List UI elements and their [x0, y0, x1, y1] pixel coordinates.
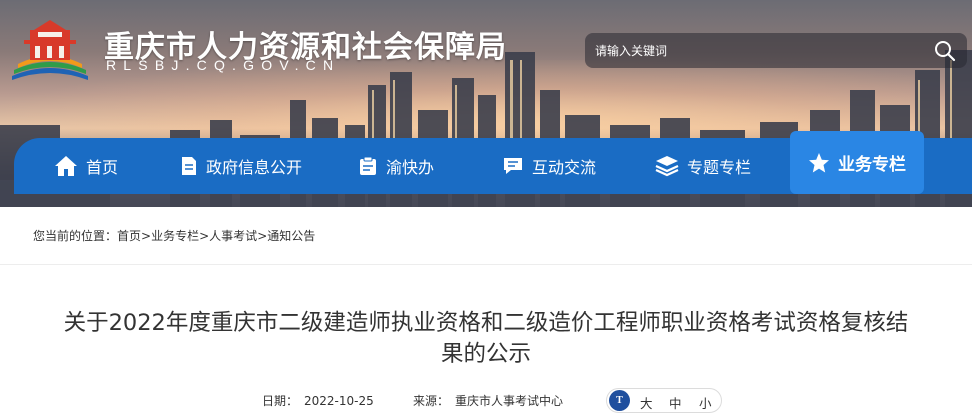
star-icon [809, 152, 829, 172]
nav-item-home[interactable]: 首页 [54, 138, 118, 194]
nav-item-label: 政府信息公开 [206, 158, 303, 177]
nav-item-label: 专题专栏 [687, 158, 752, 177]
breadcrumb-prefix: 您当前的位置： [33, 229, 118, 243]
breadcrumb-bar: 您当前的位置：首页>业务专栏>人事考试>通知公告 [0, 207, 972, 265]
breadcrumb-home[interactable]: 首页 [117, 229, 141, 243]
clipboard-icon [360, 156, 376, 175]
breadcrumb-personnel-exam[interactable]: 人事考试 [209, 229, 257, 243]
home-icon [55, 156, 77, 176]
font-size-icon: T [609, 390, 630, 411]
nav-item-label: 业务专栏 [838, 155, 906, 175]
date-value: 2022-10-25 [304, 394, 374, 408]
breadcrumb-notices[interactable]: 通知公告 [267, 229, 315, 243]
nav-item-interaction[interactable]: 互动交流 [502, 138, 596, 194]
font-size-medium[interactable]: 中 [669, 393, 682, 412]
layers-icon [655, 156, 679, 177]
article-title-line2: 果的公示 [440, 341, 531, 367]
breadcrumb-separator: > [141, 229, 152, 243]
breadcrumb-separator: > [257, 229, 268, 243]
government-building-logo-icon [12, 20, 88, 80]
source-label: 来源： [413, 394, 450, 408]
site-domain: RLSBJ.CQ.GOV.CN [106, 57, 341, 73]
chat-icon [504, 158, 522, 174]
font-size-large[interactable]: 大 [640, 393, 653, 412]
breadcrumb-business[interactable]: 业务专栏 [151, 229, 199, 243]
article-date: 日期： 2022-10-25 [262, 392, 374, 409]
search-box [585, 33, 967, 68]
search-input[interactable] [595, 41, 915, 61]
breadcrumb-separator: > [199, 229, 210, 243]
nav-item-gov-info[interactable]: 政府信息公开 [180, 138, 302, 194]
article-title: 关于2022年度重庆市二级建造师执业资格和二级造价工程师职业资格考试资格复核结 … [30, 308, 942, 370]
nav-item-business[interactable]: 业务专栏 [790, 131, 924, 194]
nav-item-yukuaiban[interactable]: 渝快办 [358, 138, 434, 194]
nav-item-label: 互动交流 [532, 158, 597, 177]
nav-item-topics[interactable]: 专题专栏 [655, 138, 751, 194]
nav-item-label: 首页 [86, 158, 119, 177]
main-nav: 首页 政府信息公开 渝快办 互动交流 专题专栏 业务专栏 [14, 131, 972, 194]
document-icon [182, 157, 196, 175]
nav-item-label: 渝快办 [386, 158, 435, 177]
font-size-control: T 大 中 小 [606, 388, 722, 413]
font-size-small[interactable]: 小 [699, 393, 712, 412]
date-label: 日期： [262, 394, 299, 408]
breadcrumb: 您当前的位置：首页>业务专栏>人事考试>通知公告 [33, 227, 315, 244]
source-value: 重庆市人事考试中心 [455, 394, 564, 408]
site-header: 重庆市人力资源和社会保障局 RLSBJ.CQ.GOV.CN 首页 政府信息公开 [0, 0, 972, 207]
article-source: 来源： 重庆市人事考试中心 [413, 392, 563, 409]
article-title-line1: 关于2022年度重庆市二级建造师执业资格和二级造价工程师职业资格考试资格复核结 [63, 310, 909, 336]
search-icon[interactable] [934, 40, 956, 62]
